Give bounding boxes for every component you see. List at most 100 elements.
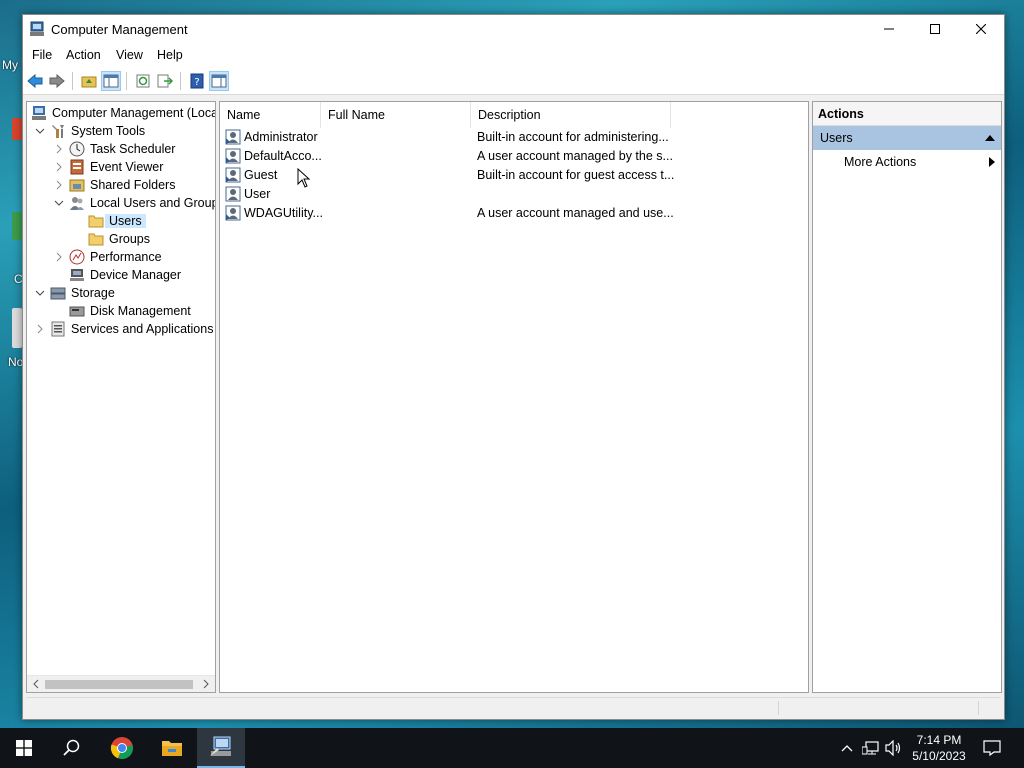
network-button[interactable]	[860, 728, 882, 768]
minimize-icon	[884, 28, 894, 30]
user-name: User	[244, 187, 271, 201]
menu-action[interactable]: Action	[66, 48, 101, 62]
clock-date: 5/10/2023	[912, 749, 966, 763]
show-hidden-icons-button[interactable]	[838, 728, 856, 768]
window-title: Computer Management	[51, 22, 188, 37]
user-icon	[225, 129, 241, 145]
table-row[interactable]: WDAGUtility... A user account managed an…	[220, 204, 808, 223]
show-hide-action-pane-button[interactable]	[209, 71, 229, 91]
notification-icon	[983, 740, 1001, 756]
search-icon	[63, 739, 80, 756]
chevron-right-icon[interactable]	[54, 143, 64, 155]
desktop-icon-fragment[interactable]	[12, 212, 22, 240]
scroll-left-icon[interactable]	[31, 679, 41, 689]
tree-item-event-viewer[interactable]: Event Viewer	[27, 158, 215, 176]
table-row[interactable]: DefaultAcco... A user account managed by…	[220, 147, 808, 166]
chevron-down-icon[interactable]	[35, 287, 45, 299]
tree-item-label: Event Viewer	[90, 160, 164, 174]
close-button[interactable]	[958, 15, 1004, 43]
tree-item-computer-management[interactable]: Computer Management (Local	[27, 104, 215, 122]
chevron-down-icon[interactable]	[54, 197, 64, 209]
file-explorer-icon	[162, 741, 182, 756]
export-list-button[interactable]	[155, 71, 175, 91]
taskbar-file-explorer[interactable]	[148, 728, 196, 768]
desktop-icon-fragment[interactable]	[12, 118, 22, 140]
help-button[interactable]: ?	[187, 71, 207, 91]
notifications-button[interactable]	[978, 728, 1006, 768]
chevron-right-icon[interactable]	[54, 251, 64, 263]
refresh-button[interactable]	[133, 71, 153, 91]
menu-view[interactable]: View	[116, 48, 143, 62]
tree-horizontal-scrollbar[interactable]	[27, 675, 215, 692]
user-name: WDAGUtility...	[244, 206, 323, 220]
tree-item-task-scheduler[interactable]: Task Scheduler	[27, 140, 215, 158]
computer-management-icon	[32, 106, 46, 120]
console-tree[interactable]: Computer Management (Local System Tools …	[26, 101, 216, 693]
user-icon	[225, 148, 241, 164]
desktop-icon-fragment[interactable]	[12, 308, 22, 348]
chevron-right-icon[interactable]	[54, 161, 64, 173]
chevron-right-icon[interactable]	[54, 179, 64, 191]
users-list[interactable]: Name Full Name Description Administrator…	[219, 101, 809, 693]
back-button[interactable]	[25, 71, 45, 91]
tree-item-label: Shared Folders	[90, 178, 176, 192]
export-icon	[157, 74, 173, 88]
menu-file[interactable]: File	[32, 48, 52, 62]
collapse-caret-icon[interactable]	[985, 134, 995, 141]
refresh-icon	[136, 74, 150, 88]
status-divider	[778, 701, 779, 715]
toolbar-separator	[180, 72, 181, 90]
chevron-up-icon	[841, 745, 853, 752]
scroll-right-icon[interactable]	[201, 679, 211, 689]
taskbar-chrome[interactable]	[98, 728, 146, 768]
tree-item-disk-management[interactable]: Disk Management	[27, 302, 215, 320]
minimize-button[interactable]	[866, 15, 912, 43]
table-row[interactable]: Administrator Built-in account for admin…	[220, 128, 808, 147]
tree-item-storage[interactable]: Storage	[27, 284, 215, 302]
disk-icon	[69, 306, 85, 317]
scrollbar-thumb[interactable]	[45, 680, 193, 689]
chevron-right-icon[interactable]	[35, 323, 45, 335]
column-header-name[interactable]: Name	[220, 102, 321, 128]
tree-item-users[interactable]: Users	[27, 212, 215, 230]
tree-item-device-manager[interactable]: Device Manager	[27, 266, 215, 284]
column-header-description[interactable]: Description	[471, 102, 671, 128]
desktop-label-fragment: My	[2, 58, 18, 72]
start-button[interactable]	[0, 728, 48, 768]
computer-management-icon	[210, 736, 231, 756]
forward-button[interactable]	[47, 71, 67, 91]
tree-item-label: Task Scheduler	[90, 142, 176, 156]
title-bar[interactable]: Computer Management	[23, 15, 1004, 43]
taskbar: 7:14 PM 5/10/2023	[0, 728, 1024, 768]
menu-help[interactable]: Help	[157, 48, 183, 62]
toolbar-separator	[126, 72, 127, 90]
show-hide-console-tree-button[interactable]	[101, 71, 121, 91]
up-one-level-button[interactable]	[79, 71, 99, 91]
actions-group-users[interactable]: Users	[813, 126, 1001, 150]
column-header-full-name[interactable]: Full Name	[321, 102, 471, 128]
shared-folders-icon	[69, 179, 85, 192]
windows-logo-icon	[16, 740, 32, 756]
tree-item-services-and-applications[interactable]: Services and Applications	[27, 320, 215, 338]
search-button[interactable]	[48, 728, 96, 768]
tree-item-label: Services and Applications	[71, 322, 214, 336]
tree-item-groups[interactable]: Groups	[27, 230, 215, 248]
user-description: Built-in account for guest access t...	[477, 168, 675, 182]
tree-item-system-tools[interactable]: System Tools	[27, 122, 215, 140]
tree-item-shared-folders[interactable]: Shared Folders	[27, 176, 215, 194]
storage-icon	[50, 287, 66, 300]
event-viewer-icon	[70, 159, 84, 175]
taskbar-clock[interactable]: 7:14 PM 5/10/2023	[905, 732, 973, 764]
folder-up-icon	[81, 76, 97, 88]
maximize-button[interactable]	[912, 15, 958, 43]
taskbar-computer-management[interactable]	[197, 728, 245, 768]
folder-icon	[88, 215, 104, 228]
chevron-down-icon[interactable]	[35, 125, 45, 137]
speaker-icon	[885, 740, 901, 756]
tree-item-local-users-and-groups[interactable]: Local Users and Groups	[27, 194, 215, 212]
volume-button[interactable]	[884, 728, 904, 768]
tree-item-performance[interactable]: Performance	[27, 248, 215, 266]
tree-item-label: Computer Management (Local	[52, 106, 216, 120]
more-actions-item[interactable]: More Actions	[813, 151, 1001, 173]
user-name: Guest	[244, 168, 278, 182]
